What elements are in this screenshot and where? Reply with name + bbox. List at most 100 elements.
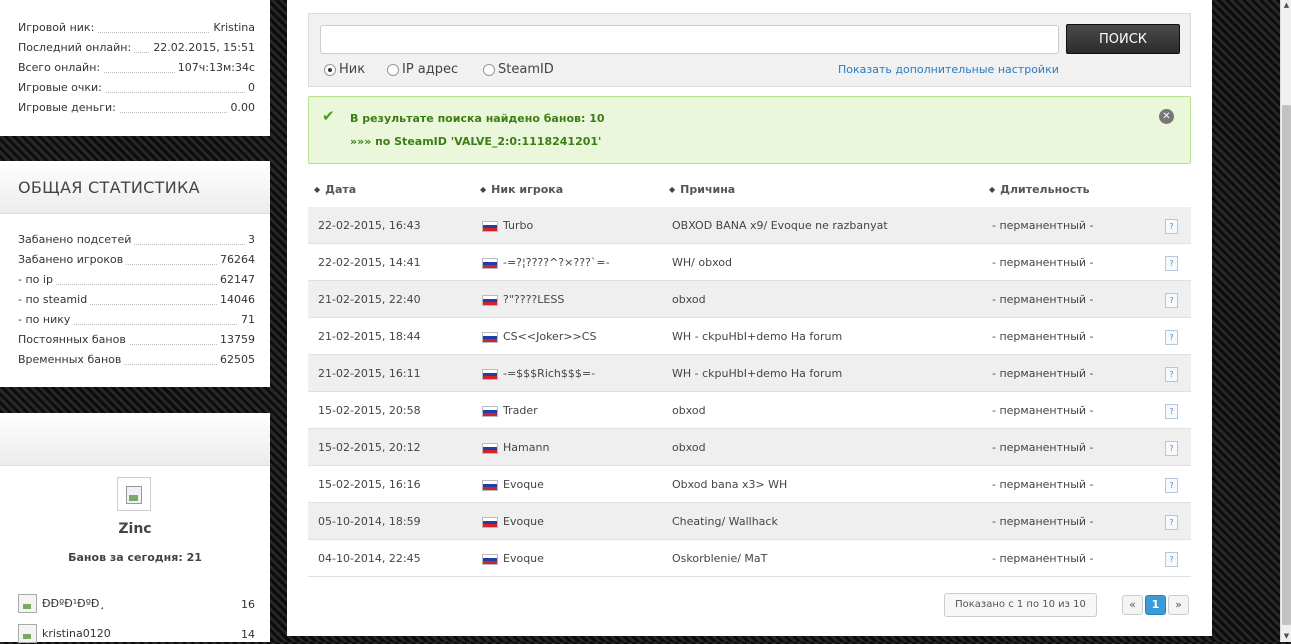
table-row[interactable]: 21-02-2015, 22:40 ?"????LESS obxod - пер… xyxy=(308,281,1191,318)
cell-date: 21-02-2015, 16:11 xyxy=(318,367,421,380)
flag-ru-icon xyxy=(482,221,498,232)
avatar[interactable] xyxy=(117,477,151,511)
close-icon[interactable]: ✕ xyxy=(1159,109,1174,124)
table-row[interactable]: 15-02-2015, 20:58 Trader obxod - пермане… xyxy=(308,392,1191,429)
cell-nick: Evoque xyxy=(503,478,544,491)
stats-value: 14046 xyxy=(217,293,255,306)
search-button[interactable]: ПОИСК xyxy=(1066,24,1180,54)
sort-icon: ◆ xyxy=(480,185,487,194)
profile-panel: Игровой ник: Kristina Последний онлайн: … xyxy=(0,0,270,136)
radio-dot-icon xyxy=(483,64,495,76)
info-icon[interactable]: ? xyxy=(1165,515,1178,530)
info-icon[interactable]: ? xyxy=(1165,219,1178,234)
info-icon[interactable]: ? xyxy=(1165,478,1178,493)
pagination-next[interactable]: » xyxy=(1168,595,1189,615)
column-header-nick[interactable]: ◆ Ник игрока xyxy=(480,183,563,199)
table-row[interactable]: 05-10-2014, 18:59 Evoque Cheating/ Wallh… xyxy=(308,503,1191,540)
cell-length: - перманентный - xyxy=(992,293,1094,306)
search-result-alert: ✔ В результате поиска найдено банов: 10 … xyxy=(308,96,1191,164)
cell-date: 04-10-2014, 22:45 xyxy=(318,552,421,565)
info-icon[interactable]: ? xyxy=(1165,367,1178,382)
cell-reason: WH/ obxod xyxy=(672,256,732,269)
top-admin-panel: Zinc Банов за сегодня: 21 ÐÐºÐ¹ÐºÐ¸ 16 k… xyxy=(0,413,270,644)
profile-value: 107ч:13м:34с xyxy=(174,61,255,74)
profile-value: 0.00 xyxy=(227,101,255,114)
profile-label: Игровой ник: xyxy=(18,21,98,34)
pagination-info: Показано с 1 по 10 из 10 xyxy=(944,593,1097,617)
stats-row: - по ip 62147 xyxy=(18,269,255,289)
profile-value: 22.02.2015, 15:51 xyxy=(150,41,255,54)
stats-header: ОБЩАЯ СТАТИСТИКА xyxy=(0,161,270,214)
stats-value: 71 xyxy=(238,313,255,326)
pagination-prev[interactable]: « xyxy=(1122,595,1143,615)
check-icon: ✔ xyxy=(322,107,335,125)
sort-icon: ◆ xyxy=(669,185,676,194)
info-icon[interactable]: ? xyxy=(1165,552,1178,567)
profile-label: Игровые очки: xyxy=(18,81,105,94)
radio-dot-icon xyxy=(387,64,399,76)
cell-date: 15-02-2015, 16:16 xyxy=(318,478,421,491)
cell-length: - перманентный - xyxy=(992,441,1094,454)
column-header-date[interactable]: ◆ Дата xyxy=(314,183,356,199)
table-row[interactable]: 04-10-2014, 22:45 Evoque Oskorblenie/ Ma… xyxy=(308,540,1191,577)
radio-dot-icon xyxy=(324,64,336,76)
table-row[interactable]: 22-02-2015, 14:41 -=?¦????^?×???`=- WH/ … xyxy=(308,244,1191,281)
pagination-page-1[interactable]: 1 xyxy=(1145,595,1166,615)
column-header-reason[interactable]: ◆ Причина xyxy=(669,183,735,199)
profile-value: Kristina xyxy=(210,21,255,34)
cell-reason: OBXOD BANA x9/ Evoque ne razbanyat xyxy=(672,219,888,232)
stats-label: - по steamid xyxy=(18,293,91,306)
cell-reason: Obxod bana x3> WH xyxy=(672,478,788,491)
info-icon[interactable]: ? xyxy=(1165,404,1178,419)
table-row[interactable]: 15-02-2015, 20:12 Hamann obxod - пермане… xyxy=(308,429,1191,466)
cell-date: 05-10-2014, 18:59 xyxy=(318,515,421,528)
list-item[interactable]: kristina0120 14 xyxy=(18,624,255,644)
table-row[interactable]: 21-02-2015, 18:44 CS<<Joker>>CS WH - ckp… xyxy=(308,318,1191,355)
info-icon[interactable]: ? xyxy=(1165,441,1178,456)
flag-ru-icon xyxy=(482,406,498,417)
profile-row-points: Игровые очки: 0 xyxy=(18,77,255,97)
cell-date: 22-02-2015, 14:41 xyxy=(318,256,421,269)
profile-value: 0 xyxy=(245,81,255,94)
column-header-length[interactable]: ◆ Длительность xyxy=(989,183,1090,199)
info-icon[interactable]: ? xyxy=(1165,293,1178,308)
radio-label: Ник xyxy=(339,62,366,77)
cell-reason: obxod xyxy=(672,293,706,306)
scroll-up-icon[interactable]: ▲ xyxy=(1281,0,1291,11)
stats-value: 62147 xyxy=(217,273,255,286)
flag-ru-icon xyxy=(482,369,498,380)
cell-nick: Turbo xyxy=(503,219,534,232)
cell-reason: WH - ckpuHbI+demo Ha forum xyxy=(672,367,843,380)
advanced-settings-link[interactable]: Показать дополнительные настройки xyxy=(838,63,1059,76)
cell-length: - перманентный - xyxy=(992,256,1094,269)
top-admin-name[interactable]: Zinc xyxy=(0,521,270,537)
cell-nick: Evoque xyxy=(503,515,544,528)
cell-nick: Trader xyxy=(503,404,538,417)
scrollbar-thumb[interactable] xyxy=(1282,105,1291,625)
flag-ru-icon xyxy=(482,517,498,528)
bans-today: Банов за сегодня: 21 xyxy=(68,551,202,564)
info-icon[interactable]: ? xyxy=(1165,330,1178,345)
flag-ru-icon xyxy=(482,554,498,565)
stats-row: - по нику 71 xyxy=(18,309,255,329)
info-icon[interactable]: ? xyxy=(1165,256,1178,271)
search-input[interactable] xyxy=(320,25,1059,54)
profile-row-nick: Игровой ник: Kristina xyxy=(18,17,255,37)
cell-nick: -=?¦????^?×???`=- xyxy=(503,256,610,269)
table-row[interactable]: 21-02-2015, 16:11 -=$$$Rich$$$=- WH - ck… xyxy=(308,355,1191,392)
broken-image-icon xyxy=(18,624,37,643)
broken-image-icon xyxy=(126,486,142,504)
stats-label: Временных банов xyxy=(18,353,125,366)
stats-row: Временных банов 62505 xyxy=(18,349,255,369)
flag-ru-icon xyxy=(482,258,498,269)
cell-length: - перманентный - xyxy=(992,219,1094,232)
page-scrollbar[interactable]: ▲ ▼ xyxy=(1280,0,1291,642)
table-row[interactable]: 22-02-2015, 16:43 Turbo OBXOD BANA x9/ E… xyxy=(308,207,1191,244)
list-item[interactable]: ÐÐºÐ¹ÐºÐ¸ 16 xyxy=(18,594,255,614)
table-row[interactable]: 15-02-2015, 16:16 Evoque Obxod bana x3> … xyxy=(308,466,1191,503)
radio-label: IP адрес xyxy=(402,62,459,77)
scroll-down-icon[interactable]: ▼ xyxy=(1281,631,1291,642)
stats-row: Забанено подсетей 3 xyxy=(18,229,255,249)
stats-value: 76264 xyxy=(217,253,255,266)
admin-name: kristina0120 xyxy=(42,627,111,640)
